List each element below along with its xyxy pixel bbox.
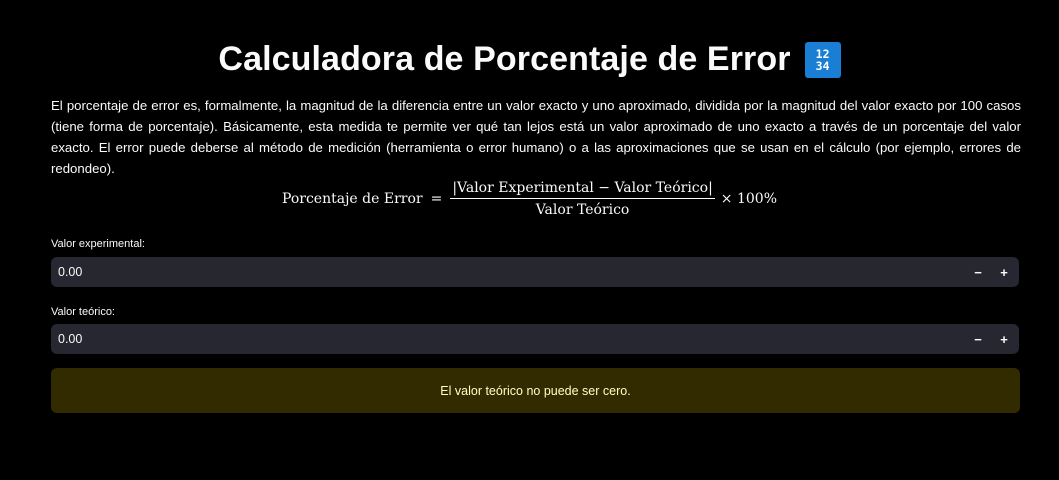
page-title: Calculadora de Porcentaje de Error	[218, 40, 791, 78]
warning-text: El valor teórico no puede ser cero.	[440, 383, 631, 398]
experimental-decrement-button[interactable]: −	[965, 257, 991, 287]
theoretical-value-label: Valor teórico:	[51, 306, 115, 318]
theoretical-value-field[interactable]: 0.00	[51, 332, 965, 346]
input-numbers-icon: 12 34	[804, 41, 841, 78]
icon-digits-bottom: 34	[815, 58, 830, 73]
formula-times: × 100%	[720, 191, 778, 207]
formula-fraction: |Valor Experimental − Valor Teórico| Val…	[450, 180, 715, 218]
icon-digits-top: 12	[815, 46, 830, 61]
theoretical-increment-button[interactable]: +	[991, 324, 1017, 354]
title-row: Calculadora de Porcentaje de Error 12 34	[0, 40, 1059, 79]
experimental-value-field[interactable]: 0.00	[51, 265, 965, 279]
experimental-value-label: Valor experimental:	[51, 238, 145, 250]
intro-paragraph: El porcentaje de error es, formalmente, …	[51, 98, 1021, 176]
page: Calculadora de Porcentaje de Error 12 34…	[0, 0, 1059, 480]
formula-numerator: |Valor Experimental − Valor Teórico|	[450, 180, 715, 199]
experimental-increment-button[interactable]: +	[991, 257, 1017, 287]
formula-denominator: Valor Teórico	[535, 202, 630, 218]
experimental-value-input[interactable]: 0.00 − +	[51, 257, 1019, 287]
theoretical-value-input[interactable]: 0.00 − +	[51, 324, 1019, 354]
theoretical-decrement-button[interactable]: −	[965, 324, 991, 354]
error-formula: Porcentaje de Error = |Valor Experimenta…	[0, 180, 1059, 218]
formula-lhs: Porcentaje de Error	[281, 191, 423, 207]
warning-alert: El valor teórico no puede ser cero.	[51, 368, 1020, 413]
formula-equals: =	[430, 191, 443, 207]
